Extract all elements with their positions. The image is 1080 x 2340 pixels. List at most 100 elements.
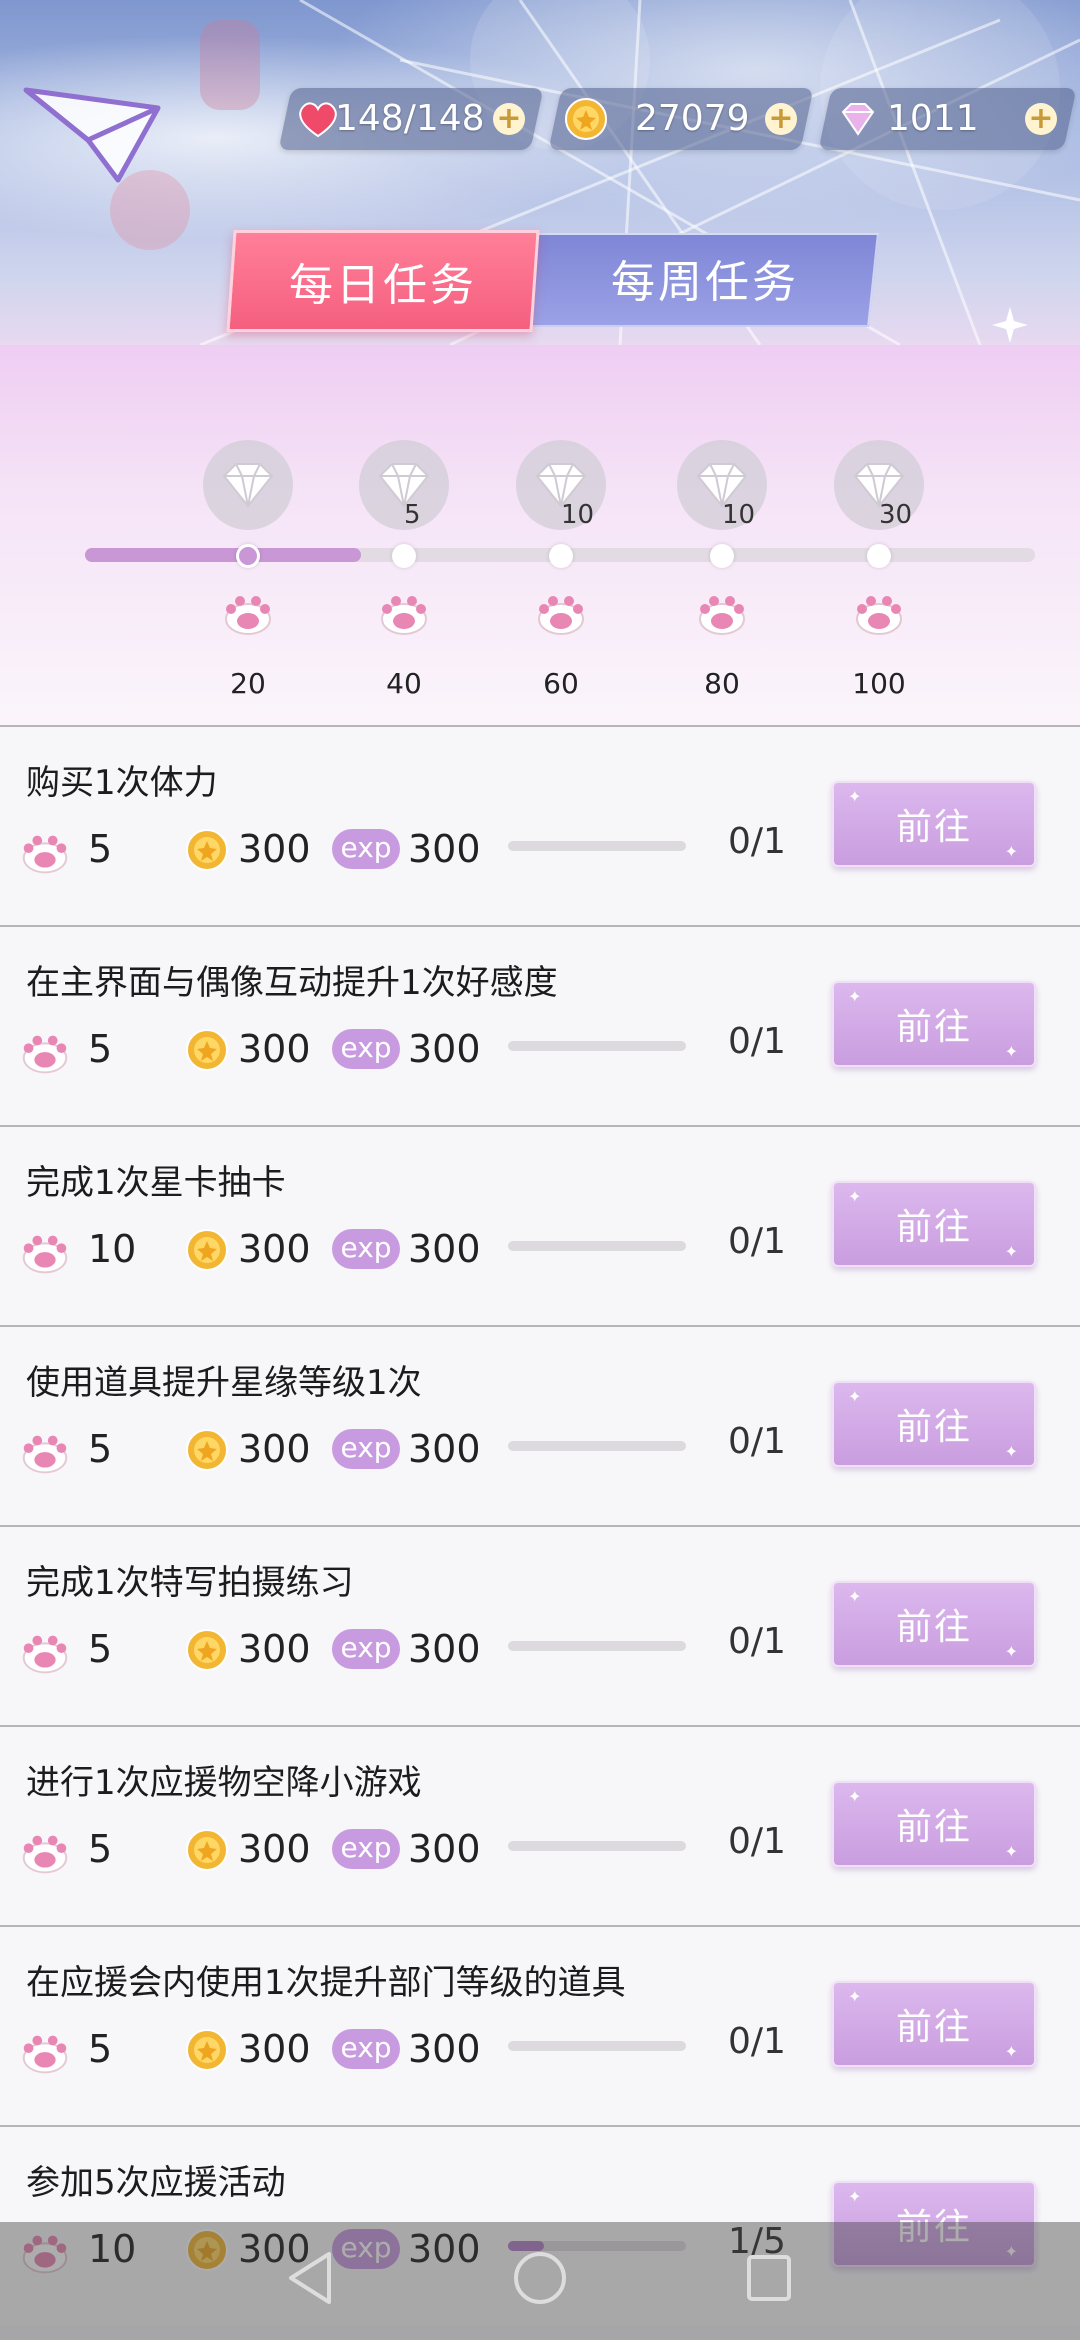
tab-daily-tasks[interactable]: 每日任务 [226, 230, 540, 332]
go-button[interactable]: ✦ 前往 ✦ [832, 1381, 1036, 1467]
back-triangle-icon[interactable] [285, 2250, 335, 2306]
milestone[interactable]: 30 100 [799, 345, 959, 725]
milestone-gem-count: 30 [879, 500, 913, 530]
exp-badge: exp [332, 1429, 400, 1469]
task-progress-bar [508, 2041, 686, 2051]
paw-reward: 5 [16, 1625, 136, 1675]
coin-reward: 300 [184, 825, 324, 875]
coin-icon [186, 1229, 228, 1271]
coin-icon [186, 1029, 228, 1071]
task-title: 在应援会内使用1次提升部门等级的道具 [26, 1963, 626, 2003]
tab-weekly-label: 每周任务 [611, 257, 799, 308]
exp-reward: exp 300 [332, 1625, 492, 1675]
go-button[interactable]: ✦ 前往 ✦ [832, 781, 1036, 867]
diamonds-value: 1011 [887, 98, 979, 139]
exp-reward-value: 300 [408, 1627, 481, 1671]
task-row: 完成1次特写拍摄练习 5 300 exp 300 0/1 ✦ 前往 ✦ [0, 1525, 1080, 1725]
task-row: 使用道具提升星缘等级1次 5 300 exp 300 0/1 ✦ 前往 ✦ [0, 1325, 1080, 1525]
milestone-points: 40 [386, 667, 422, 700]
go-button-label: 前往 [895, 2007, 972, 2048]
milestone-gem-count: 10 [722, 500, 756, 530]
paw-icon [22, 835, 68, 874]
paw-icon [22, 1435, 68, 1474]
paw-icon [381, 596, 427, 635]
coin-reward-value: 300 [238, 1027, 311, 1071]
coin-reward-value: 300 [238, 1227, 311, 1271]
paw-icon [22, 1235, 68, 1274]
task-title: 在主界面与偶像互动提升1次好感度 [26, 963, 558, 1003]
go-button[interactable]: ✦ 前往 ✦ [832, 1581, 1036, 1667]
exp-reward: exp 300 [332, 2025, 492, 2075]
coin-reward-value: 300 [238, 827, 311, 871]
milestone-dot [392, 544, 416, 568]
exp-reward: exp 300 [332, 1825, 492, 1875]
milestone-dot [236, 544, 260, 568]
milestone-points: 20 [230, 667, 266, 700]
paper-plane-back-icon[interactable] [18, 70, 168, 185]
coin-icon [186, 829, 228, 871]
coin-reward-value: 300 [238, 2027, 311, 2071]
milestone[interactable]: 5 40 [324, 345, 484, 725]
task-title: 进行1次应援物空降小游戏 [26, 1763, 422, 1803]
home-circle-icon[interactable] [512, 2250, 568, 2306]
task-progress-text: 0/1 [728, 1421, 786, 1462]
coin-icon [564, 98, 607, 140]
go-button[interactable]: ✦ 前往 ✦ [832, 981, 1036, 1067]
coin-reward: 300 [184, 1225, 324, 1275]
add-diamonds-button[interactable]: + [1025, 101, 1057, 136]
coin-reward: 300 [184, 1625, 324, 1675]
paw-reward: 5 [16, 1025, 136, 1075]
milestone-points: 100 [852, 667, 906, 700]
task-row: 购买1次体力 5 300 exp 300 0/1 ✦ 前往 ✦ [0, 725, 1080, 925]
task-progress-text: 0/1 [728, 1621, 786, 1662]
task-progress-bar [508, 1441, 686, 1451]
exp-badge: exp [332, 829, 400, 869]
recents-square-icon[interactable] [744, 2250, 794, 2306]
task-title: 购买1次体力 [26, 763, 218, 803]
milestone-points: 80 [704, 667, 740, 700]
paw-icon [856, 596, 902, 635]
exp-reward: exp 300 [332, 825, 492, 875]
task-progress-bar [508, 1241, 686, 1251]
paw-reward-value: 5 [88, 2027, 113, 2071]
paw-reward-value: 5 [88, 1627, 113, 1671]
paw-reward-value: 10 [88, 1227, 137, 1271]
task-tabs: 每日任务 每周任务 [220, 230, 879, 332]
milestone[interactable]: 20 [168, 345, 328, 725]
add-stamina-button[interactable]: + [493, 101, 525, 136]
header: 148/148 + 27079 + 1011 + 每日任务 每周任务 [0, 0, 1080, 345]
milestone[interactable]: 10 60 [481, 345, 641, 725]
exp-badge: exp [332, 1829, 400, 1869]
coin-icon [186, 2029, 228, 2071]
coin-icon [186, 1429, 228, 1471]
task-list: 购买1次体力 5 300 exp 300 0/1 ✦ 前往 ✦ 在主界面与偶像互… [0, 725, 1080, 2325]
task-progress-text: 0/1 [728, 1821, 786, 1862]
go-button[interactable]: ✦ 前往 ✦ [832, 1181, 1036, 1267]
exp-reward-value: 300 [408, 827, 481, 871]
exp-reward: exp 300 [332, 1225, 492, 1275]
exp-reward-value: 300 [408, 1827, 481, 1871]
milestone-dot [867, 544, 891, 568]
exp-badge: exp [332, 1229, 400, 1269]
go-button[interactable]: ✦ 前往 ✦ [832, 1981, 1036, 2067]
milestone-dot [549, 544, 573, 568]
go-button-label: 前往 [895, 807, 972, 848]
milestone-chest[interactable] [203, 440, 293, 530]
coin-reward: 300 [184, 1825, 324, 1875]
go-button[interactable]: ✦ 前往 ✦ [832, 1781, 1036, 1867]
exp-badge: exp [332, 1629, 400, 1669]
stamina-display: 148/148 + [278, 88, 544, 150]
coin-reward-value: 300 [238, 1827, 311, 1871]
paw-reward: 5 [16, 1425, 136, 1475]
task-progress-text: 0/1 [728, 2021, 786, 2062]
milestone[interactable]: 10 80 [642, 345, 802, 725]
add-coins-button[interactable]: + [765, 101, 797, 136]
tab-weekly-tasks[interactable]: 每周任务 [540, 230, 870, 326]
task-row: 完成1次星卡抽卡 10 300 exp 300 0/1 ✦ 前往 ✦ [0, 1125, 1080, 1325]
go-button-label: 前往 [895, 1807, 972, 1848]
stamina-value: 148/148 [335, 98, 485, 139]
paw-icon [22, 1035, 68, 1074]
diamond-reward-icon [222, 463, 274, 508]
coin-icon [186, 1629, 228, 1671]
exp-reward-value: 300 [408, 2027, 481, 2071]
